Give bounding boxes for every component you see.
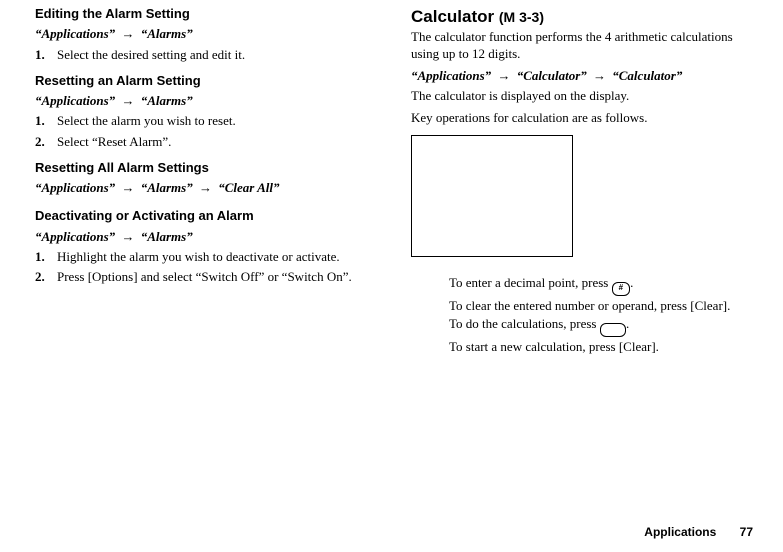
menu-ref: (M 3-3) bbox=[499, 9, 544, 25]
calc-line1: The calculator is displayed on the displ… bbox=[411, 88, 751, 104]
step-number: 2. bbox=[35, 134, 45, 150]
step-number: 2. bbox=[35, 269, 45, 285]
heading-text: Calculator bbox=[411, 7, 494, 26]
arrow-icon: → bbox=[118, 229, 137, 244]
note-new-calc: To start a new calculation, press [Clear… bbox=[449, 339, 751, 355]
arrow-icon: → bbox=[494, 68, 513, 83]
list-item: 2. Press [Options] and select “Switch Of… bbox=[35, 269, 375, 285]
footer-section: Applications bbox=[644, 525, 716, 539]
steps-edit: 1. Select the desired setting and edit i… bbox=[35, 47, 375, 63]
arrow-icon: → bbox=[590, 68, 609, 83]
crumb-item: “Applications” bbox=[35, 26, 115, 41]
step-text: Press [Options] and select “Switch Off” … bbox=[57, 269, 352, 284]
step-text: Select the alarm you wish to reset. bbox=[57, 113, 236, 128]
breadcrumb-edit: “Applications” → “Alarms” bbox=[35, 26, 375, 42]
breadcrumb-deactivate: “Applications” → “Alarms” bbox=[35, 229, 375, 245]
note-text: To do the calculations, press bbox=[449, 316, 600, 331]
crumb-item: “Calculator” bbox=[517, 68, 587, 83]
crumb-item: “Applications” bbox=[35, 180, 115, 195]
steps-deactivate: 1. Highlight the alarm you wish to deact… bbox=[35, 249, 375, 286]
step-number: 1. bbox=[35, 47, 45, 63]
breadcrumb-reset-all: “Applications” → “Alarms” → “Clear All” bbox=[35, 180, 375, 196]
note-calc: To do the calculations, press . bbox=[449, 316, 751, 337]
note-clear: To clear the entered number or operand, … bbox=[449, 298, 751, 314]
steps-reset: 1. Select the alarm you wish to reset. 2… bbox=[35, 113, 375, 150]
heading-editing-alarm: Editing the Alarm Setting bbox=[35, 6, 375, 22]
center-key-icon bbox=[600, 323, 626, 337]
crumb-item: “Alarms” bbox=[141, 229, 193, 244]
note-text: . bbox=[630, 275, 633, 290]
crumb-item: “Alarms” bbox=[141, 180, 193, 195]
crumb-item: “Alarms” bbox=[141, 26, 193, 41]
note-text: . bbox=[626, 316, 629, 331]
heading-reset-alarm: Resetting an Alarm Setting bbox=[35, 73, 375, 89]
calc-intro: The calculator function performs the 4 a… bbox=[411, 29, 751, 62]
page-footer: Applications 77 bbox=[644, 525, 753, 540]
crumb-item: “Calculator” bbox=[612, 68, 682, 83]
calculator-figure-placeholder bbox=[411, 135, 573, 257]
breadcrumb-calc: “Applications” → “Calculator” → “Calcula… bbox=[411, 68, 751, 84]
list-item: 1. Highlight the alarm you wish to deact… bbox=[35, 249, 375, 265]
heading-reset-all: Resetting All Alarm Settings bbox=[35, 160, 375, 176]
step-number: 1. bbox=[35, 113, 45, 129]
step-number: 1. bbox=[35, 249, 45, 265]
crumb-item: “Applications” bbox=[411, 68, 491, 83]
crumb-item: “Alarms” bbox=[141, 93, 193, 108]
list-item: 1. Select the desired setting and edit i… bbox=[35, 47, 375, 63]
calc-line2: Key operations for calculation are as fo… bbox=[411, 110, 751, 126]
left-column: Editing the Alarm Setting “Applications”… bbox=[35, 6, 375, 357]
calc-notes: To enter a decimal point, press #. To cl… bbox=[449, 275, 751, 356]
arrow-icon: → bbox=[196, 180, 215, 195]
step-text: Select “Reset Alarm”. bbox=[57, 134, 171, 149]
step-text: Highlight the alarm you wish to deactiva… bbox=[57, 249, 340, 264]
note-decimal: To enter a decimal point, press #. bbox=[449, 275, 751, 296]
arrow-icon: → bbox=[118, 93, 137, 108]
heading-deactivate: Deactivating or Activating an Alarm bbox=[35, 208, 375, 224]
crumb-item: “Applications” bbox=[35, 93, 115, 108]
arrow-icon: → bbox=[118, 180, 137, 195]
arrow-icon: → bbox=[118, 26, 137, 41]
crumb-item: “Clear All” bbox=[218, 180, 279, 195]
hash-key-icon: # bbox=[612, 282, 630, 296]
right-column: Calculator (M 3-3) The calculator functi… bbox=[411, 6, 751, 357]
two-column-layout: Editing the Alarm Setting “Applications”… bbox=[35, 6, 753, 357]
list-item: 2. Select “Reset Alarm”. bbox=[35, 134, 375, 150]
note-text: To enter a decimal point, press bbox=[449, 275, 612, 290]
page: Editing the Alarm Setting “Applications”… bbox=[0, 0, 783, 552]
breadcrumb-reset: “Applications” → “Alarms” bbox=[35, 93, 375, 109]
heading-calculator: Calculator (M 3-3) bbox=[411, 6, 751, 27]
crumb-item: “Applications” bbox=[35, 229, 115, 244]
step-text: Select the desired setting and edit it. bbox=[57, 47, 245, 62]
list-item: 1. Select the alarm you wish to reset. bbox=[35, 113, 375, 129]
footer-page: 77 bbox=[740, 525, 753, 539]
